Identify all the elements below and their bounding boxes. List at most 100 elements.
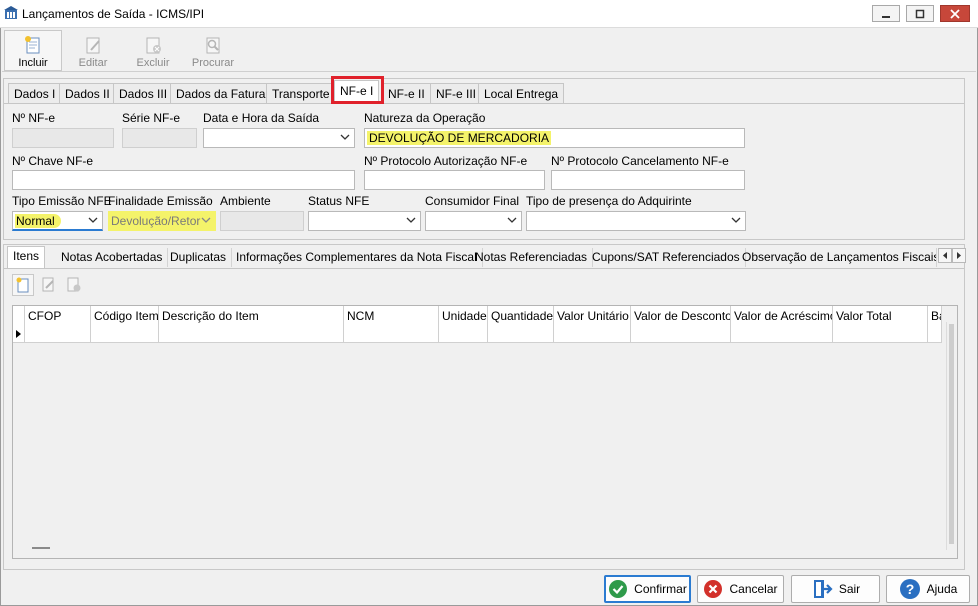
tab-info-complementares[interactable]: Informações Complementares da Nota Fisca… [231, 248, 483, 267]
ambiente-field[interactable] [220, 211, 304, 231]
natureza-value: DEVOLUÇÃO DE MERCADORIA [367, 131, 552, 145]
finalidade-select[interactable]: Devolução/Retor [108, 211, 216, 231]
new-document-icon [25, 36, 40, 54]
grid-vertical-scrollbar[interactable] [946, 322, 956, 550]
scrollbar-thumb[interactable] [949, 324, 954, 544]
tab-dados-i[interactable]: Dados I [8, 83, 62, 103]
procurar-button[interactable]: Procurar [184, 30, 242, 71]
serie-field[interactable] [122, 128, 197, 148]
column-header-valor-acrescimo[interactable]: Valor de Acréscimo [731, 306, 833, 326]
tab-notas-referenciadas[interactable]: Notas Referenciadas [470, 248, 594, 267]
column-header-cfop[interactable]: CFOP [25, 306, 91, 326]
tab-scroll-left-button[interactable] [938, 248, 952, 263]
chave-label: Nº Chave NF-e [12, 154, 94, 168]
ambiente-label: Ambiente [220, 194, 271, 208]
tab-scroll-right-button[interactable] [952, 248, 966, 263]
incluir-label: Incluir [18, 57, 48, 69]
tab-dados-iii[interactable]: Dados III [113, 83, 174, 103]
protocolo-canc-field[interactable] [551, 170, 745, 190]
chave-field[interactable] [12, 170, 355, 190]
column-header-ncm[interactable]: NCM [344, 306, 439, 326]
delete-document-icon [67, 277, 81, 292]
column-header-codigo[interactable]: Código Item [91, 306, 159, 326]
grid-cell[interactable] [488, 326, 554, 343]
tab-observacao[interactable]: Observação de Lançamentos Fiscais (C [737, 248, 937, 267]
item-add-button[interactable] [12, 274, 34, 296]
status-select[interactable] [308, 211, 421, 231]
svg-text:?: ? [905, 581, 914, 597]
edit-document-icon [86, 37, 100, 54]
protocolo-canc-label: Nº Protocolo Cancelamento NF-e [551, 154, 729, 168]
protocolo-aut-field[interactable] [364, 170, 545, 190]
finalidade-label: Finalidade Emissão [108, 194, 213, 208]
check-icon [609, 580, 628, 598]
window-title: Lançamentos de Saída - ICMS/IPI [22, 7, 205, 21]
tab-transporte[interactable]: Transporte [266, 83, 336, 103]
grid-cell[interactable] [554, 326, 631, 343]
confirmar-button[interactable]: Confirmar [604, 575, 691, 603]
tab-duplicatas[interactable]: Duplicatas [165, 248, 233, 267]
column-header-unidade[interactable]: Unidade [439, 306, 488, 326]
grid-cell[interactable] [833, 326, 928, 343]
grid-cell[interactable] [25, 326, 91, 343]
tab-nfe-ii[interactable]: NF-e II [382, 83, 431, 103]
tab-itens[interactable]: Itens [7, 246, 46, 268]
grid-cell[interactable] [928, 326, 942, 343]
tab-notas-acobertadas[interactable]: Notas Acobertadas [56, 248, 169, 267]
grid-cell[interactable] [159, 326, 344, 343]
tab-local-entrega[interactable]: Local Entrega [478, 83, 565, 103]
presenca-label: Tipo de presença do Adquirinte [526, 194, 692, 208]
new-document-icon [16, 277, 29, 293]
row-pointer-icon [16, 330, 21, 338]
grid-horizontal-scroll-thumb[interactable] [32, 547, 50, 549]
nf-field[interactable] [12, 128, 114, 148]
grid-cell[interactable] [439, 326, 488, 343]
column-header-valor-desconto[interactable]: Valor de Desconto [631, 306, 731, 326]
cancel-icon [704, 580, 723, 598]
help-icon: ? [899, 579, 920, 599]
grid-cell[interactable] [731, 326, 833, 343]
tab-nfe-iii[interactable]: NF-e III [430, 83, 483, 103]
status-label: Status NFE [308, 194, 370, 208]
cancelar-button[interactable]: Cancelar [697, 575, 784, 603]
maximize-icon [915, 9, 925, 18]
column-header-descricao[interactable]: Descrição do Item [159, 306, 344, 326]
delete-document-icon [146, 37, 161, 54]
chevron-down-icon [201, 217, 211, 223]
maximize-button[interactable] [906, 5, 934, 22]
tab-dados-fatura[interactable]: Dados da Fatura [170, 83, 272, 103]
row-header-corner [13, 306, 25, 326]
editar-label: Editar [78, 57, 108, 69]
sair-button[interactable]: Sair [791, 575, 880, 603]
item-delete-button[interactable] [63, 274, 85, 296]
natureza-field[interactable]: DEVOLUÇÃO DE MERCADORIA [364, 128, 745, 148]
consumidor-select[interactable] [425, 211, 522, 231]
data-hora-label: Data e Hora da Saída [203, 111, 320, 125]
close-button[interactable] [940, 5, 970, 22]
edit-document-icon [42, 277, 54, 292]
title-bar: Lançamentos de Saída - ICMS/IPI [0, 0, 978, 28]
tipo-emissao-select[interactable]: Normal [12, 211, 103, 231]
grid-cell[interactable] [344, 326, 439, 343]
incluir-button[interactable]: Incluir [4, 30, 62, 71]
minimize-icon [882, 15, 890, 18]
column-header-base[interactable]: Ba [928, 306, 942, 326]
data-hora-picker[interactable] [203, 128, 355, 148]
presenca-select[interactable] [526, 211, 746, 231]
grid-cell[interactable] [91, 326, 159, 343]
item-edit-button[interactable] [38, 274, 60, 296]
column-header-valor-total[interactable]: Valor Total [833, 306, 928, 326]
column-header-valor-unitario[interactable]: Valor Unitário [554, 306, 631, 326]
items-grid[interactable] [12, 305, 958, 559]
excluir-button[interactable]: Excluir [124, 30, 182, 71]
grid-cell[interactable] [631, 326, 731, 343]
row-indicator[interactable] [13, 326, 25, 343]
arrow-left-icon [943, 252, 947, 259]
editar-button[interactable]: Editar [64, 30, 122, 71]
ajuda-button[interactable]: ? Ajuda [886, 575, 970, 603]
tab-cupons-sat[interactable]: Cupons/SAT Referenciados [587, 248, 746, 267]
minimize-button[interactable] [872, 5, 900, 22]
search-document-icon [206, 37, 220, 54]
column-header-quantidade[interactable]: Quantidade [488, 306, 554, 326]
tab-dados-ii[interactable]: Dados II [59, 83, 116, 103]
